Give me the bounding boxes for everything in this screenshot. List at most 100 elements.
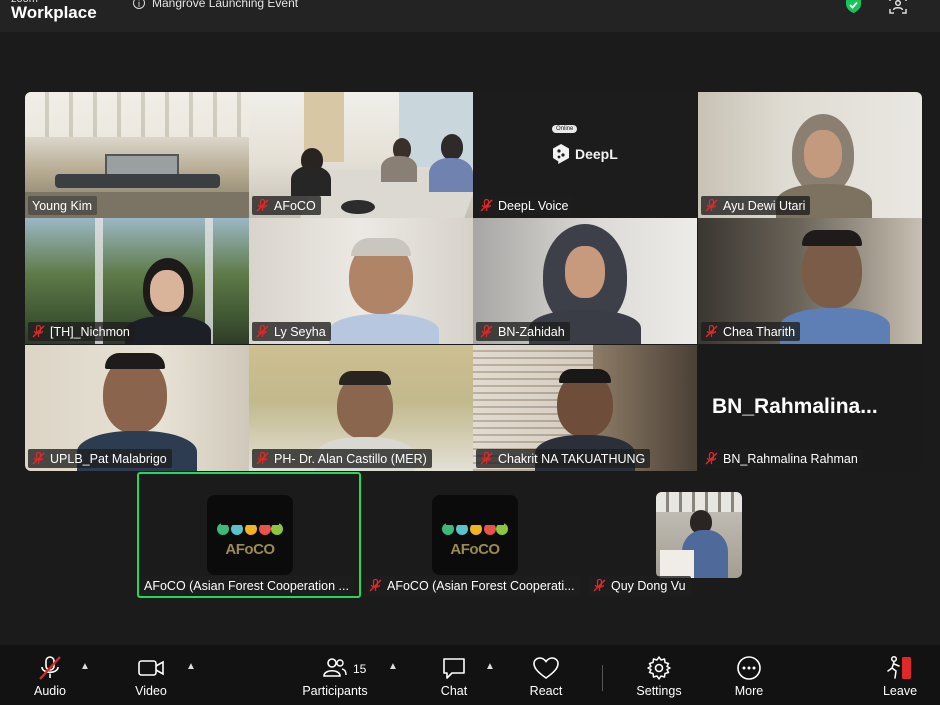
video-tile-afoco-asian-forest-2[interactable]: AFoCO AFoCO (Asian Forest Cooperati... <box>362 472 586 598</box>
mic-muted-icon <box>705 325 718 338</box>
settings-label: Settings <box>636 684 682 698</box>
chat-bubble-icon <box>443 658 465 679</box>
mic-muted-icon <box>39 656 61 680</box>
mic-muted-icon <box>705 452 718 465</box>
more-label: More <box>734 684 764 698</box>
video-tile-th-nichmon[interactable]: [TH]_Nichmon <box>25 218 249 344</box>
video-camera-icon <box>138 660 164 676</box>
name-tag: Chakrit NA TAKUATHUNG <box>476 449 651 468</box>
afoco-logo-text: AFoCO <box>450 541 500 558</box>
name-tag: AFoCO (Asian Forest Cooperati... <box>365 576 580 595</box>
video-tile-afoco-asian-forest-1[interactable]: AFoCO AFoCO (Asian Forest Cooperation ..… <box>137 472 361 598</box>
mic-muted-icon <box>32 452 45 465</box>
participant-name: UPLB_Pat Malabrigo <box>50 451 167 466</box>
name-tag: BN_Rahmalina Rahman <box>701 449 863 468</box>
mic-muted-icon <box>369 579 382 592</box>
video-tile-bn-zahidah[interactable]: BN-Zahidah <box>473 218 697 344</box>
chat-label: Chat <box>440 684 468 698</box>
audio-button[interactable]: Audio <box>10 655 90 698</box>
mic-muted-icon <box>256 199 269 212</box>
top-bar: zoom Workplace i Mangrove Launching Even… <box>0 0 940 32</box>
participant-avatar <box>656 492 742 578</box>
video-tile-afoco[interactable]: AFoCO <box>249 92 473 218</box>
name-tag: Ly Seyha <box>252 322 331 341</box>
view-focus-icon[interactable] <box>889 0 907 14</box>
name-tag: Ayu Dewi Utari <box>701 196 811 215</box>
chat-button[interactable]: Chat <box>414 655 494 698</box>
more-dots-icon <box>737 656 761 680</box>
video-gallery: Young Kim AFoCO Online DeepL DeepL Voice <box>0 32 940 645</box>
participants-icon <box>323 658 347 677</box>
react-label: React <box>529 684 563 698</box>
mic-muted-icon <box>256 452 269 465</box>
participant-name: AFoCO (Asian Forest Cooperation ... <box>144 578 349 593</box>
display-name-placeholder: BN_Rahmalina... <box>712 395 878 418</box>
video-tile-ph-alan-castillo[interactable]: PH- Dr. Alan Castillo (MER) <box>249 345 473 471</box>
participants-label: Participants <box>302 684 368 698</box>
video-tile-ayu-dewi-utari[interactable]: Ayu Dewi Utari <box>698 92 922 218</box>
name-tag: AFoCO <box>252 196 321 215</box>
meeting-title: Mangrove Launching Event <box>152 0 299 10</box>
mic-muted-icon <box>480 452 493 465</box>
participant-name: PH- Dr. Alan Castillo (MER) <box>274 451 427 466</box>
participant-name: AFoCO (Asian Forest Cooperati... <box>387 578 575 593</box>
name-tag: Young Kim <box>28 196 97 215</box>
audio-label: Audio <box>34 684 66 698</box>
encryption-shield-icon[interactable] <box>846 0 861 13</box>
toolbar-divider <box>602 665 603 691</box>
leave-door-icon <box>887 655 911 679</box>
participant-name: BN_Rahmalina Rahman <box>723 451 858 466</box>
more-button[interactable]: More <box>709 655 789 698</box>
meeting-info-button[interactable]: i Mangrove Launching Event <box>133 0 298 10</box>
participant-name: Young Kim <box>32 198 92 213</box>
video-label: Video <box>135 684 167 698</box>
mic-muted-icon <box>480 199 493 212</box>
info-icon: i <box>133 0 145 9</box>
gear-icon <box>647 656 671 680</box>
leave-label: Leave <box>882 684 918 698</box>
logo-workplace-text: Workplace <box>11 3 97 22</box>
mic-muted-icon <box>705 199 718 212</box>
participant-name: Quy Dong Vu <box>611 578 686 593</box>
deepl-logo-icon <box>553 144 569 164</box>
video-tile-chea-tharith[interactable]: Chea Tharith <box>698 218 922 344</box>
meeting-toolbar: Audio ▲ Video ▲ Participants 15 ▲ Chat ▲… <box>0 645 940 705</box>
name-tag: UPLB_Pat Malabrigo <box>28 449 172 468</box>
video-tile-chakrit-na-takuathung[interactable]: Chakrit NA TAKUATHUNG <box>473 345 697 471</box>
participant-name: Ayu Dewi Utari <box>723 198 806 213</box>
video-tile-uplb-pat-malabrigo[interactable]: UPLB_Pat Malabrigo <box>25 345 249 471</box>
mic-muted-icon <box>32 325 45 338</box>
afoco-logo: AFoCO <box>432 495 518 575</box>
name-tag: Quy Dong Vu <box>589 576 691 595</box>
participant-name: AFoCO <box>274 198 316 213</box>
name-tag: PH- Dr. Alan Castillo (MER) <box>252 449 432 468</box>
participant-name: Chea Tharith <box>723 324 796 339</box>
settings-button[interactable]: Settings <box>619 655 699 698</box>
participant-name: BN-Zahidah <box>498 324 565 339</box>
name-tag: Chea Tharith <box>701 322 801 341</box>
video-tile-young-kim[interactable]: Young Kim <box>25 92 249 218</box>
react-button[interactable]: React <box>506 655 586 698</box>
participant-name: Chakrit NA TAKUATHUNG <box>498 451 646 466</box>
video-options-caret-icon[interactable]: ▲ <box>186 661 196 672</box>
participants-options-caret-icon[interactable]: ▲ <box>388 661 398 672</box>
video-tile-deepl-voice[interactable]: Online DeepL DeepL Voice <box>473 92 697 218</box>
video-tile-quy-dong-vu[interactable]: Quy Dong Vu <box>586 472 810 598</box>
deepl-brand-text: DeepL <box>575 146 618 162</box>
video-tile-bn-rahmalina-rahman[interactable]: BN_Rahmalina... BN_Rahmalina Rahman <box>698 345 922 471</box>
leave-button[interactable]: Leave <box>860 655 940 698</box>
audio-options-caret-icon[interactable]: ▲ <box>80 661 90 672</box>
participant-name: [TH]_Nichmon <box>50 324 130 339</box>
online-badge: Online <box>552 125 578 133</box>
video-button[interactable]: Video <box>111 655 191 698</box>
video-tile-ly-seyha[interactable]: Ly Seyha <box>249 218 473 344</box>
mic-muted-icon <box>480 325 493 338</box>
chat-options-caret-icon[interactable]: ▲ <box>485 661 495 672</box>
zoom-workplace-logo: zoom Workplace <box>11 0 97 21</box>
name-tag: AFoCO (Asian Forest Cooperation ... <box>140 576 354 595</box>
participants-count: 15 <box>353 662 367 676</box>
participant-name: DeepL Voice <box>498 198 569 213</box>
name-tag: BN-Zahidah <box>476 322 570 341</box>
mic-muted-icon <box>256 325 269 338</box>
participant-name: Ly Seyha <box>274 324 326 339</box>
